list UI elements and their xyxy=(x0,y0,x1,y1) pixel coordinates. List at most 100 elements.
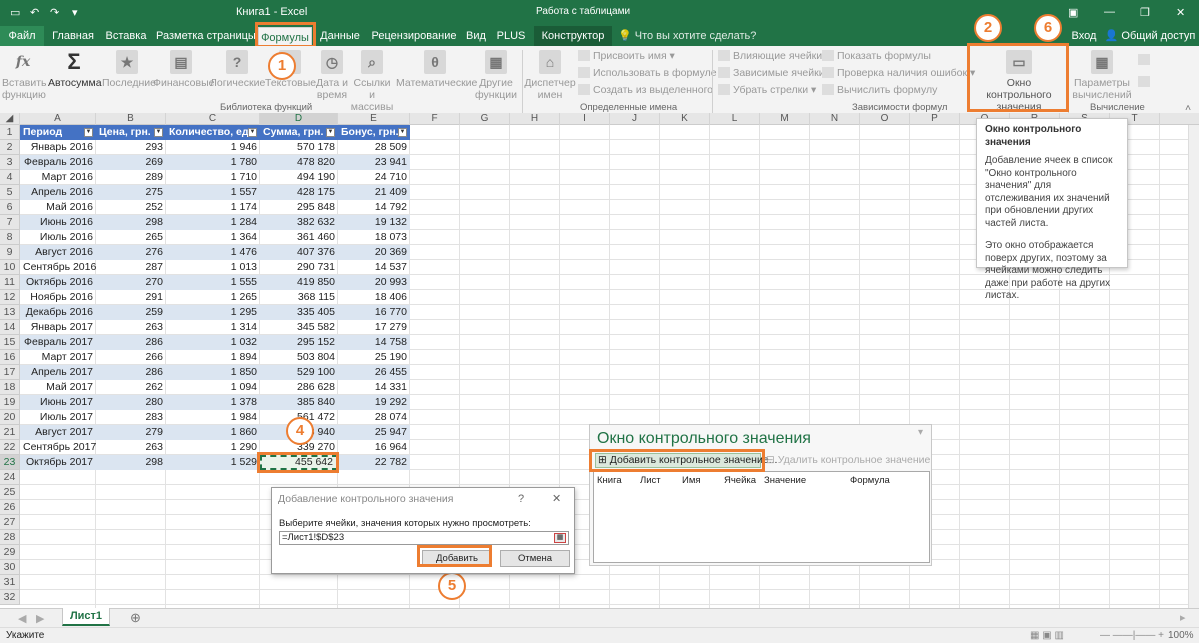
table-cell[interactable]: 20 369 xyxy=(338,245,410,260)
table-cell[interactable]: 478 820 xyxy=(260,155,338,170)
table-cell[interactable]: 20 993 xyxy=(338,275,410,290)
row-header[interactable]: 17 xyxy=(0,365,20,380)
table-cell[interactable]: Ноябрь 2016 xyxy=(20,290,96,305)
row-header[interactable]: 22 xyxy=(0,440,20,455)
minimize-icon[interactable]: — xyxy=(1104,6,1115,18)
trace-dependents-button[interactable]: Зависимые ячейки xyxy=(718,67,825,79)
table-cell[interactable]: 266 xyxy=(96,350,166,365)
recent-button[interactable]: ★ Последние xyxy=(102,50,156,89)
datetime-button[interactable]: ◷ Дата и время xyxy=(314,50,350,101)
table-cell[interactable]: 286 628 xyxy=(260,380,338,395)
name-manager-button[interactable]: ⌂ Диспетчер имен xyxy=(524,50,576,101)
table-cell[interactable]: 529 100 xyxy=(260,365,338,380)
table-header-cell[interactable]: Период ▼ xyxy=(20,125,96,140)
add-sheet-icon[interactable]: ⊕ xyxy=(130,610,141,626)
row-header[interactable]: 10 xyxy=(0,260,20,275)
next-sheet-icon[interactable]: ▶ xyxy=(36,612,44,625)
evaluate-formula-button[interactable]: Вычислить формулу xyxy=(822,84,937,96)
column-header-p[interactable]: P xyxy=(910,113,960,125)
table-cell[interactable]: Август 2017 xyxy=(20,425,96,440)
logical-button[interactable]: ? Логические xyxy=(210,50,265,89)
table-cell[interactable]: 287 xyxy=(96,260,166,275)
table-cell[interactable]: Август 2016 xyxy=(20,245,96,260)
table-cell[interactable]: 1 476 xyxy=(166,245,260,260)
table-cell[interactable]: 1 290 xyxy=(166,440,260,455)
table-cell[interactable]: 1 174 xyxy=(166,200,260,215)
watch-list[interactable]: Книга Лист Имя Ячейка Значение Формула xyxy=(593,471,930,563)
row-header[interactable]: 3 xyxy=(0,155,20,170)
table-cell[interactable]: 21 409 xyxy=(338,185,410,200)
column-header-k[interactable]: K xyxy=(660,113,710,125)
column-header-d[interactable]: D xyxy=(260,113,338,125)
more-functions-button[interactable]: ▦ Другие функции xyxy=(474,50,518,101)
column-header-c[interactable]: C xyxy=(166,113,260,125)
table-cell[interactable]: 1 378 xyxy=(166,395,260,410)
trace-precedents-button[interactable]: Влияющие ячейки xyxy=(718,50,822,62)
table-cell[interactable]: 276 xyxy=(96,245,166,260)
table-header-cell[interactable]: Сумма, грн. ▼ xyxy=(260,125,338,140)
panel-options-icon[interactable]: ▾ xyxy=(918,427,923,438)
table-cell[interactable]: 269 xyxy=(96,155,166,170)
table-header-cell[interactable]: Бонус, грн. ▼ xyxy=(338,125,410,140)
table-cell[interactable]: 1 094 xyxy=(166,380,260,395)
filter-dropdown-icon[interactable]: ▼ xyxy=(326,128,335,137)
table-cell[interactable]: Декабрь 2016 xyxy=(20,305,96,320)
table-cell[interactable]: 263 xyxy=(96,440,166,455)
undo-icon[interactable]: ↶ xyxy=(30,6,39,19)
signin-link[interactable]: Вход xyxy=(1070,26,1098,46)
zoom-slider[interactable]: — ——|—— + xyxy=(1100,630,1164,641)
calc-options-button[interactable]: ▦ Параметры вычислений xyxy=(1072,50,1132,101)
column-header-m[interactable]: M xyxy=(760,113,810,125)
table-cell[interactable]: 1 780 xyxy=(166,155,260,170)
row-header[interactable]: 19 xyxy=(0,395,20,410)
table-cell[interactable]: Январь 2017 xyxy=(20,320,96,335)
row-header[interactable]: 9 xyxy=(0,245,20,260)
table-cell[interactable]: Июнь 2017 xyxy=(20,395,96,410)
table-cell[interactable]: Сентябрь 2017 xyxy=(20,440,96,455)
sheet-tab-lista1[interactable]: Лист1 xyxy=(62,608,110,626)
filter-dropdown-icon[interactable]: ▼ xyxy=(84,128,93,137)
table-cell[interactable]: 428 175 xyxy=(260,185,338,200)
table-cell[interactable]: Апрель 2016 xyxy=(20,185,96,200)
table-cell[interactable]: 407 376 xyxy=(260,245,338,260)
table-cell[interactable]: 22 782 xyxy=(338,455,410,470)
table-cell[interactable]: 279 xyxy=(96,425,166,440)
error-checking-button[interactable]: Проверка наличия ошибок ▾ xyxy=(822,67,975,79)
row-header[interactable]: 12 xyxy=(0,290,20,305)
row-header[interactable]: 24 xyxy=(0,470,20,485)
define-name-button[interactable]: Присвоить имя ▾ xyxy=(578,50,675,62)
table-cell[interactable]: 25 947 xyxy=(338,425,410,440)
lookup-button[interactable]: ⌕ Ссылки и массивы xyxy=(350,50,394,113)
table-cell[interactable]: 14 758 xyxy=(338,335,410,350)
table-cell[interactable]: 293 xyxy=(96,140,166,155)
row-header[interactable]: 27 xyxy=(0,515,20,530)
table-cell[interactable]: Март 2017 xyxy=(20,350,96,365)
row-header[interactable]: 8 xyxy=(0,230,20,245)
table-cell[interactable]: 25 190 xyxy=(338,350,410,365)
row-header[interactable]: 25 xyxy=(0,485,20,500)
autosum-button[interactable]: Σ Автосумма xyxy=(48,50,102,90)
create-from-selection-button[interactable]: Создать из выделенного xyxy=(578,84,713,96)
tab-home[interactable]: Главная xyxy=(50,26,96,46)
table-cell[interactable]: Октябрь 2017 xyxy=(20,455,96,470)
table-cell[interactable]: 1 946 xyxy=(166,140,260,155)
row-header[interactable]: 5 xyxy=(0,185,20,200)
table-cell[interactable]: 368 115 xyxy=(260,290,338,305)
tab-data[interactable]: Данные xyxy=(318,26,362,46)
range-input[interactable]: =Лист1!$D$23 xyxy=(279,531,569,545)
table-cell[interactable]: 345 582 xyxy=(260,320,338,335)
table-cell[interactable]: 1 555 xyxy=(166,275,260,290)
table-cell[interactable]: 18 406 xyxy=(338,290,410,305)
table-cell[interactable]: Июль 2017 xyxy=(20,410,96,425)
table-cell[interactable]: 570 178 xyxy=(260,140,338,155)
table-cell[interactable]: 1 013 xyxy=(166,260,260,275)
table-cell[interactable]: 286 xyxy=(96,365,166,380)
table-cell[interactable]: 283 xyxy=(96,410,166,425)
tab-plus[interactable]: PLUS xyxy=(496,26,526,46)
table-cell[interactable]: 298 xyxy=(96,455,166,470)
table-cell[interactable]: 14 331 xyxy=(338,380,410,395)
table-cell[interactable]: 275 xyxy=(96,185,166,200)
row-header[interactable]: 7 xyxy=(0,215,20,230)
table-cell[interactable]: Май 2017 xyxy=(20,380,96,395)
table-cell[interactable]: Апрель 2017 xyxy=(20,365,96,380)
